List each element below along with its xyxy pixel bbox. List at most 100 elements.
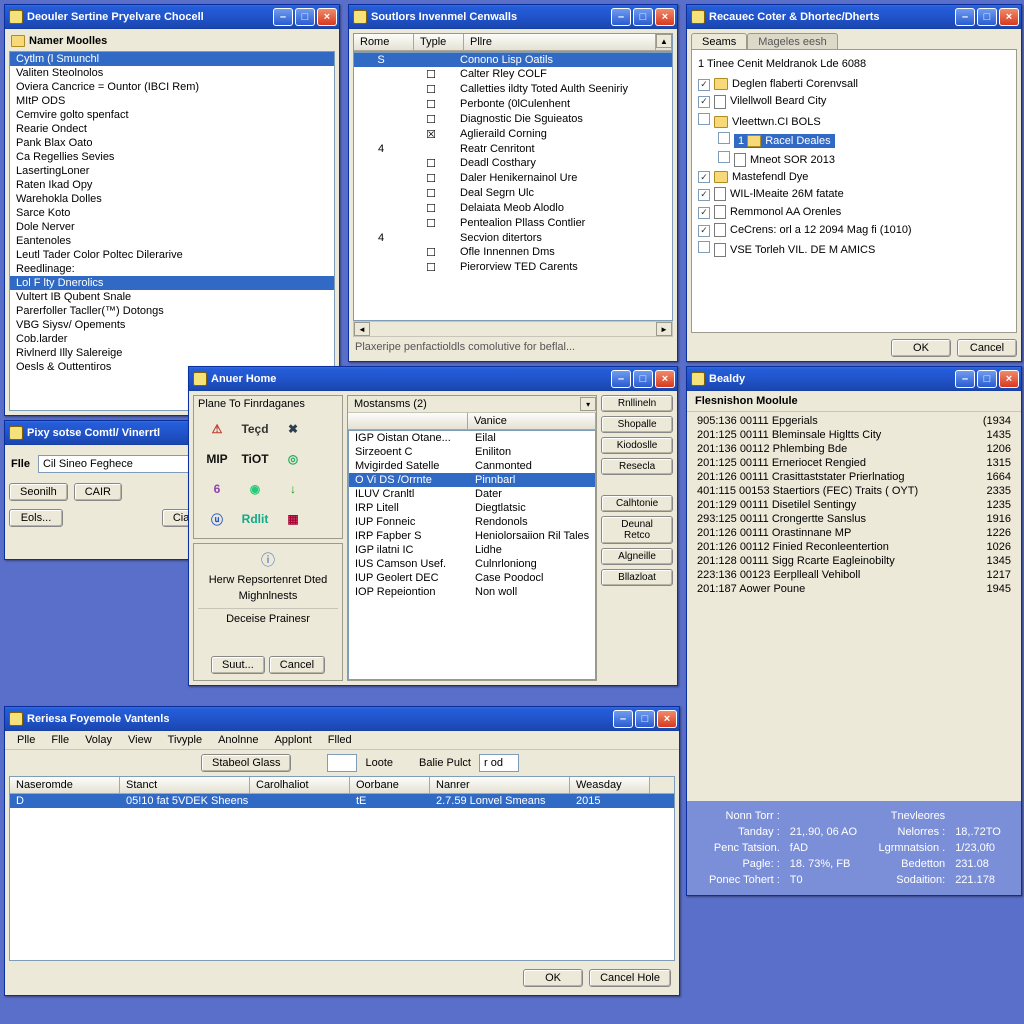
tree-item[interactable]: Mneot SOR 2013	[698, 149, 1010, 169]
minimize-button[interactable]: –	[611, 370, 631, 388]
attributes-list[interactable]: IGP Oistan Otane...EilalSirzeoent CEnili…	[348, 430, 596, 680]
checkbox-icon[interactable]: ✓	[698, 225, 710, 237]
tool-icon[interactable]: ✖	[276, 416, 310, 442]
record-row[interactable]: 223:136 00123 Eerplleall Vehiboll1217	[691, 568, 1017, 582]
tree-item[interactable]: ✓WIL-lMeaite 26M fatate	[698, 185, 1010, 203]
list-item[interactable]: Rearie Ondect	[10, 122, 334, 136]
list-item[interactable]: Ca Regellies Sevies	[10, 150, 334, 164]
tool-icon[interactable]: ◉	[238, 476, 272, 502]
column-header[interactable]: Oorbane	[350, 777, 430, 793]
tool-icon[interactable]	[314, 476, 348, 502]
tool-icon[interactable]: ▦	[276, 506, 310, 532]
menu-item[interactable]: Plle	[11, 733, 41, 747]
tool-icon[interactable]: Teçd	[238, 416, 272, 442]
list-item[interactable]: LasertingLoner	[10, 164, 334, 178]
list-item[interactable]: Vultert IB Qubent Snale	[10, 290, 334, 304]
list-item[interactable]: O Vi DS /OrrntePinnbarl	[349, 473, 595, 487]
tree-item[interactable]: VSE Torleh VIL. DE M AMICS	[698, 239, 1010, 259]
close-button[interactable]: ×	[999, 370, 1019, 388]
list-item[interactable]: ☐Pierorview TED Carents	[354, 260, 672, 275]
list-item[interactable]: IGP ilatni ICLidhe	[349, 543, 595, 557]
tree-item[interactable]: ✓CeCrens: orl a 12 2094 Mag fi (1010)	[698, 221, 1010, 239]
record-row[interactable]: 293:125 00111 Crongertte Sanslus1916	[691, 512, 1017, 526]
record-row[interactable]: 905:136 00111 Epgerials(1934	[691, 414, 1017, 428]
stabeol-button[interactable]: Stabeol Glass	[201, 754, 291, 772]
list-item[interactable]: Valiten Steolnolos	[10, 66, 334, 80]
close-button[interactable]: ×	[999, 8, 1019, 26]
record-row[interactable]: 401:115 00153 Staertiors (FEC) Traits ( …	[691, 484, 1017, 498]
list-item[interactable]: ILUV CranltlDater	[349, 487, 595, 501]
list-item[interactable]: IRP LitellDiegtlatsic	[349, 501, 595, 515]
list-item[interactable]: Warehokla Dolles	[10, 192, 334, 206]
side-button[interactable]: Resecla	[601, 458, 673, 475]
list-item[interactable]: ☐Ofle Innennen Dms	[354, 245, 672, 260]
column-header[interactable]: Carolhaliot	[250, 777, 350, 793]
tool-icon[interactable]: TiOT	[238, 446, 272, 472]
search-button[interactable]: Seonilh	[9, 483, 68, 501]
list-item[interactable]: Cytlm (l Smunchl	[10, 52, 334, 66]
items-list[interactable]: SConono Lisp Oatils☐Calter Rley COLF☐Cal…	[353, 52, 673, 321]
minimize-button[interactable]: –	[955, 370, 975, 388]
tool-icon[interactable]	[314, 506, 348, 532]
tree-item[interactable]: ✓Deglen flaberti Corenvsall	[698, 76, 1010, 93]
tool-icon[interactable]: ↓	[276, 476, 310, 502]
list-item[interactable]: SConono Lisp Oatils	[354, 53, 672, 67]
list-item[interactable]: ☒Aglieraild Corning	[354, 127, 672, 142]
tree-item[interactable]: ✓Remmonol AA Orenles	[698, 203, 1010, 221]
tree-item[interactable]: ✓Vilellwoll Beard City	[698, 93, 1010, 111]
checkbox-icon[interactable]	[698, 241, 710, 253]
checkbox-icon[interactable]	[698, 113, 710, 125]
column-header[interactable]: Weasday	[570, 777, 650, 793]
submit-button[interactable]: Suut...	[211, 656, 265, 674]
list-item[interactable]: IRP Fapber SHeniolorsaiion Ril Tales	[349, 529, 595, 543]
column-header[interactable]: Naseromde	[10, 777, 120, 793]
list-item[interactable]: Parerfoller Tacller(™) Dotongs	[10, 304, 334, 318]
close-button[interactable]: ×	[657, 710, 677, 728]
tree-view[interactable]: ✓Deglen flaberti Corenvsall✓Vilellwoll B…	[698, 76, 1010, 259]
list-item[interactable]: VBG Siysv/ Opements	[10, 318, 334, 332]
menu-item[interactable]: Flle	[45, 733, 75, 747]
menu-item[interactable]: Volay	[79, 733, 118, 747]
tool-icon[interactable]	[314, 416, 348, 442]
list-item[interactable]: ☐Calletties ildty Toted Aulth Seeniriy	[354, 82, 672, 97]
list-item[interactable]: ☐Diagnostic Die Sguieatos	[354, 112, 672, 127]
list-item[interactable]: IUP Geolert DECCase Poodocl	[349, 571, 595, 585]
tree-item[interactable]: Vleettwn.CI BOLS	[698, 111, 1010, 130]
close-button[interactable]: ×	[655, 8, 675, 26]
list-item[interactable]: Sirzeoent CEniliton	[349, 445, 595, 459]
list-item[interactable]: Cob.larder	[10, 332, 334, 346]
record-row[interactable]: 201:128 00111 Sigg Rcarte Eagleinobilty1…	[691, 554, 1017, 568]
tree-item[interactable]: ✓Mastefendl Dye	[698, 169, 1010, 186]
dropdown-button[interactable]: ▾	[580, 397, 596, 411]
menu-item[interactable]: View	[122, 733, 158, 747]
checkbox-icon[interactable]: ✓	[698, 96, 710, 108]
list-item[interactable]: MItP ODS	[10, 94, 334, 108]
side-button[interactable]: Kiodoslle	[601, 437, 673, 454]
side-button[interactable]: Calhtonie	[601, 495, 673, 512]
list-item[interactable]: Oviera Cancrice = Ountor (IBCI Rem)	[10, 80, 334, 94]
cancel-button[interactable]: Cancel Hole	[589, 969, 671, 987]
table-body[interactable]: D05!10 fat 5VDEK SheenstE2.7.59 Lonvel S…	[10, 794, 674, 960]
loote-input[interactable]	[327, 754, 357, 772]
side-button[interactable]: Algneille	[601, 548, 673, 565]
list-item[interactable]: Eantenoles	[10, 234, 334, 248]
minimize-button[interactable]: –	[613, 710, 633, 728]
scroll-up-button[interactable]: ▲	[656, 34, 672, 48]
menu-item[interactable]: Anolnne	[212, 733, 264, 747]
column-header[interactable]: Nanrer	[430, 777, 570, 793]
tab-mageles[interactable]: Mageles eesh	[747, 33, 838, 50]
record-row[interactable]: 201:129 00111 Disetilel Sentingy1235	[691, 498, 1017, 512]
cancel-button[interactable]: Cancel	[957, 339, 1017, 357]
tool-icon[interactable]: ◎	[276, 446, 310, 472]
ok-button[interactable]: OK	[891, 339, 951, 357]
list-item[interactable]: Lol F lty Dnerolics	[10, 276, 334, 290]
list-item[interactable]: ☐Pentealion Pllass Contlier	[354, 216, 672, 231]
list-item[interactable]: Pank Blax Oato	[10, 136, 334, 150]
tool-icon[interactable]: 6	[200, 476, 234, 502]
list-item[interactable]: Rivlnerd Illy Salereige	[10, 346, 334, 360]
records-list[interactable]: 905:136 00111 Epgerials(1934201:125 0011…	[687, 412, 1021, 801]
tree-item[interactable]: 1 Racel Deales	[698, 130, 1010, 149]
tool-icon[interactable]: ⓤ	[200, 506, 234, 532]
horizontal-scrollbar[interactable]: ◄►	[353, 321, 673, 337]
minimize-button[interactable]: –	[955, 8, 975, 26]
